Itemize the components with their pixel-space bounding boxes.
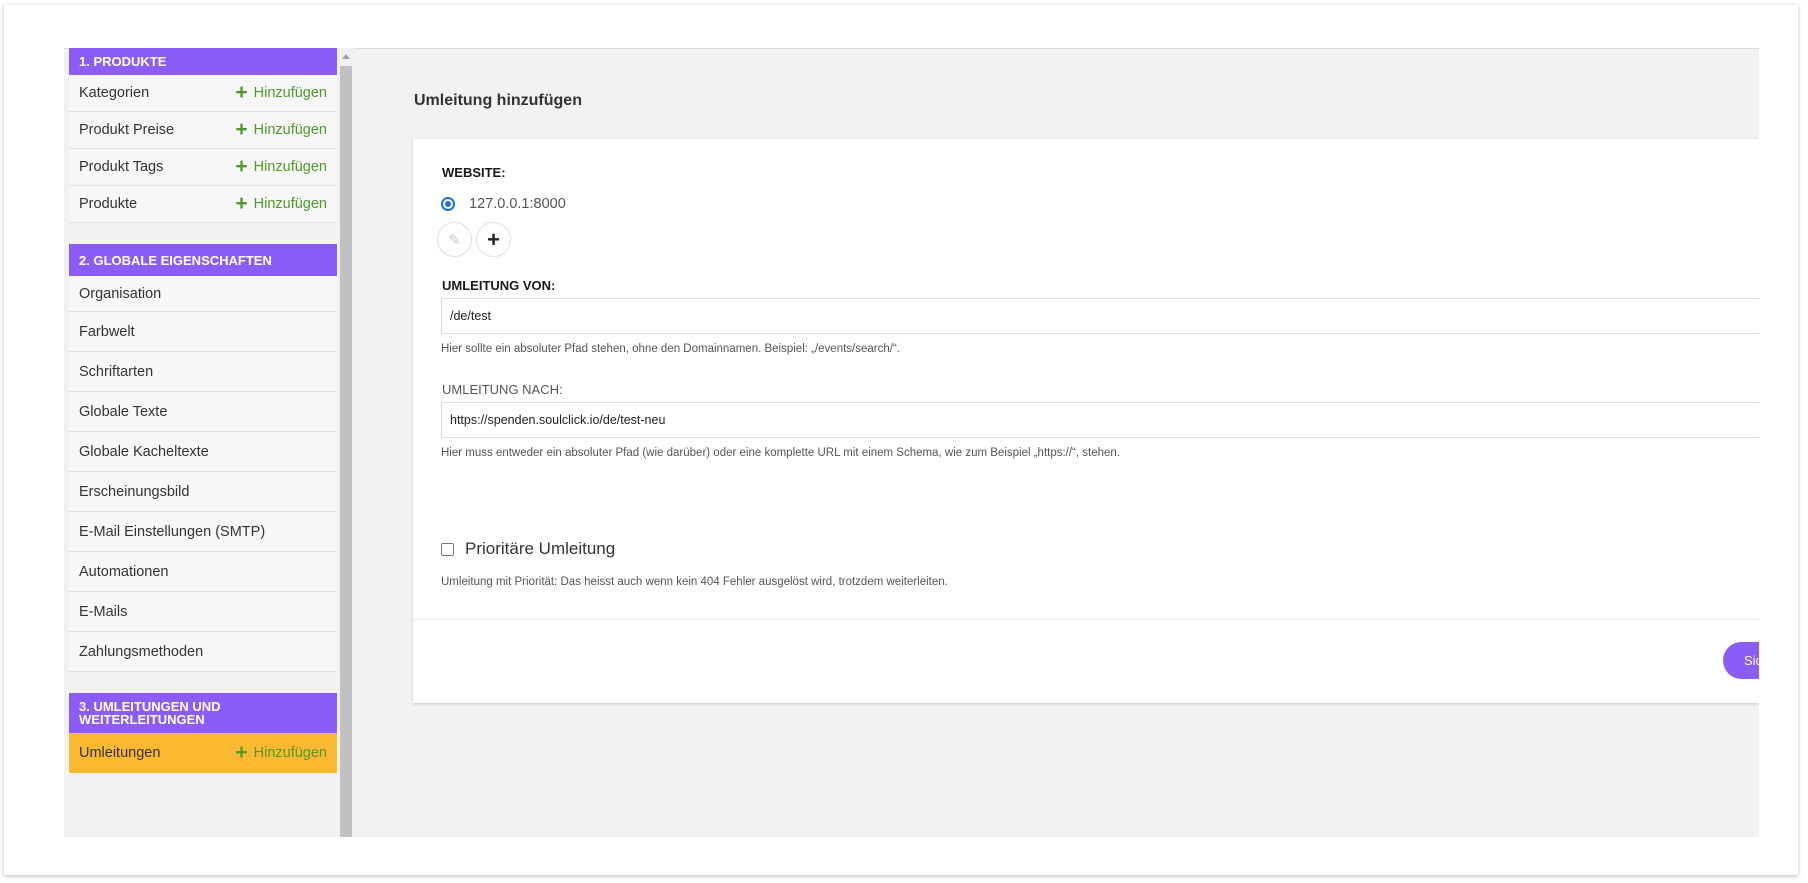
scroll-thumb[interactable] xyxy=(340,66,352,837)
website-label: WEBSITE: xyxy=(442,165,506,180)
priority-label: Prioritäre Umleitung xyxy=(465,539,616,558)
from-label: UMLEITUNG VON: xyxy=(442,278,556,293)
sidebar-item-label: Organisation xyxy=(79,285,162,302)
website-option[interactable]: 127.0.0.1:8000 xyxy=(441,196,566,212)
sidebar-item-label: Schriftarten xyxy=(79,363,154,380)
sidebar-item-label: Automationen xyxy=(79,563,169,580)
add-website-button[interactable]: + xyxy=(476,222,511,257)
section-header-produkte: 1. PRODUKTE xyxy=(69,48,337,75)
plus-icon: + xyxy=(235,155,248,178)
plus-icon: + xyxy=(235,192,248,215)
sidebar-item-schriftarten[interactable]: Schriftarten xyxy=(69,352,337,392)
save-button[interactable]: Sichern xyxy=(1723,642,1759,679)
add-produkt-tag-link[interactable]: + Hinzufügen xyxy=(235,155,327,178)
sidebar-item-label: Produkt Preise xyxy=(79,122,175,138)
page-title: Umleitung hinzufügen xyxy=(414,92,582,109)
section-header-umleitungen: 3. UMLEITUNGEN UND WEITERLEITUNGEN xyxy=(69,693,337,733)
sidebar-item-label: Produkte xyxy=(79,196,138,212)
sidebar-item-label: E-Mails xyxy=(79,603,128,620)
priority-checkbox-row[interactable]: Prioritäre Umleitung xyxy=(441,539,615,559)
from-input[interactable]: /de/test xyxy=(441,298,1759,334)
to-input[interactable]: https://spenden.soulclick.io/de/test-neu xyxy=(441,402,1759,438)
sidebar-item-produkt-preise[interactable]: Produkt Preise + Hinzufügen xyxy=(69,112,337,149)
plus-icon: + xyxy=(235,741,248,764)
sidebar-item-farbwelt[interactable]: Farbwelt xyxy=(69,312,337,352)
to-label: UMLEITUNG NACH: xyxy=(442,382,563,397)
sidebar-item-organisation[interactable]: Organisation xyxy=(69,276,337,312)
add-produkt-link[interactable]: + Hinzufügen xyxy=(235,192,327,215)
sidebar-item-produkte[interactable]: Produkte + Hinzufügen xyxy=(69,186,337,223)
section-header-globale-eigenschaften: 2. GLOBALE EIGENSCHAFTEN xyxy=(69,244,337,276)
plus-icon: + xyxy=(487,226,500,252)
window-frame: 1. PRODUKTE Kategorien + Hinzufügen Produ… xyxy=(4,5,1798,875)
redirect-form-card: WEBSITE: 127.0.0.1:8000 ✎ + UMLEITUNG VO… xyxy=(413,139,1759,703)
to-help: Hier muss entweder ein absoluter Pfad (w… xyxy=(441,447,1121,459)
sidebar-item-label: Globale Texte xyxy=(79,403,168,420)
scroll-up-arrow-icon[interactable] xyxy=(342,54,350,59)
sidebar-item-zahlungsmethoden[interactable]: Zahlungsmethoden xyxy=(69,632,337,672)
sidebar-item-label: Kategorien xyxy=(79,85,150,101)
sidebar-item-label: Globale Kacheltexte xyxy=(79,443,209,460)
sidebar-item-umleitungen[interactable]: Umleitungen + Hinzufügen xyxy=(69,733,337,773)
priority-checkbox[interactable] xyxy=(441,542,454,556)
sidebar-item-label: Zahlungsmethoden xyxy=(79,643,204,660)
sidebar-item-label: Farbwelt xyxy=(79,323,135,340)
sidebar-item-kategorien[interactable]: Kategorien + Hinzufügen xyxy=(69,75,337,112)
website-option-label: 127.0.0.1:8000 xyxy=(469,196,566,212)
pencil-icon: ✎ xyxy=(448,231,461,249)
sidebar-item-label: Umleitungen xyxy=(79,745,161,761)
from-help: Hier sollte ein absoluter Pfad stehen, o… xyxy=(441,343,900,355)
plus-icon: + xyxy=(235,118,248,141)
sidebar-item-label: Produkt Tags xyxy=(79,159,164,175)
priority-help: Umleitung mit Priorität: Das heisst auch… xyxy=(441,576,948,588)
sidebar-item-label: Erscheinungsbild xyxy=(79,483,190,500)
sidebar-item-globale-texte[interactable]: Globale Texte xyxy=(69,392,337,432)
app-area: 1. PRODUKTE Kategorien + Hinzufügen Produ… xyxy=(64,48,1759,837)
add-kategorie-link[interactable]: + Hinzufügen xyxy=(235,81,327,104)
website-radio[interactable] xyxy=(441,197,455,211)
plus-icon: + xyxy=(235,81,248,104)
add-produkt-preis-link[interactable]: + Hinzufügen xyxy=(235,118,327,141)
sidebar-item-label: E-Mail Einstellungen (SMTP) xyxy=(79,523,266,540)
sidebar-item-erscheinungsbild[interactable]: Erscheinungsbild xyxy=(69,472,337,512)
sidebar-scrollbar[interactable] xyxy=(338,48,354,837)
sidebar-item-globale-kacheltexte[interactable]: Globale Kacheltexte xyxy=(69,432,337,472)
sidebar-item-automationen[interactable]: Automationen xyxy=(69,552,337,592)
sidebar-item-email-einstellungen[interactable]: E-Mail Einstellungen (SMTP) xyxy=(69,512,337,552)
edit-website-button[interactable]: ✎ xyxy=(437,222,472,257)
sidebar: 1. PRODUKTE Kategorien + Hinzufügen Produ… xyxy=(69,48,337,837)
add-umleitung-link[interactable]: + Hinzufügen xyxy=(235,741,327,764)
sidebar-item-produkt-tags[interactable]: Produkt Tags + Hinzufügen xyxy=(69,149,337,186)
sidebar-item-emails[interactable]: E-Mails xyxy=(69,592,337,632)
